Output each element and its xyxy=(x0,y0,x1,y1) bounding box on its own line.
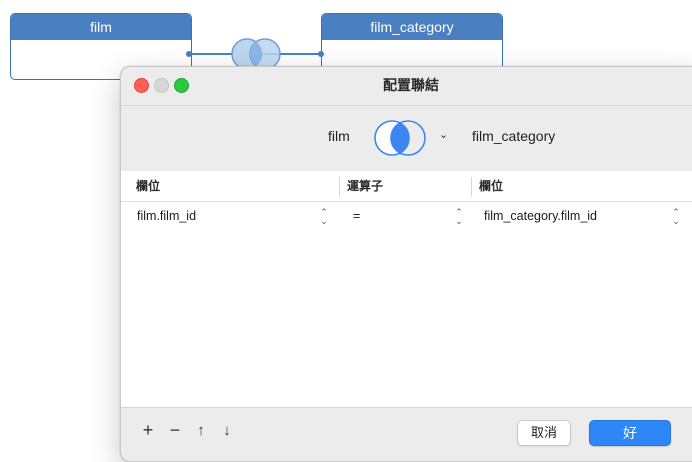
move-up-button[interactable]: ↑ xyxy=(191,422,211,439)
join-summary-bar: film ⌄ film_category xyxy=(121,105,692,172)
minimize-window-button[interactable] xyxy=(154,78,169,93)
remove-condition-button[interactable]: − xyxy=(165,420,185,441)
column-header-operator: 運算子 xyxy=(347,179,384,193)
right-field-select[interactable]: film_category.film_id xyxy=(484,209,597,227)
column-divider[interactable] xyxy=(339,177,340,197)
column-header-right-field: 欄位 xyxy=(479,179,504,193)
left-field-select[interactable]: film.film_id xyxy=(137,209,196,227)
chevron-down-icon[interactable]: ⌄ xyxy=(439,128,448,141)
updown-chevrons-icon[interactable]: ⌃ ⌄ xyxy=(671,208,681,226)
table-node-title: film xyxy=(11,14,191,40)
ok-button[interactable]: 好 xyxy=(589,420,671,446)
venn-join-icon xyxy=(231,38,281,70)
close-window-button[interactable] xyxy=(134,78,149,93)
updown-chevrons-icon[interactable]: ⌃ ⌄ xyxy=(319,208,329,226)
column-header-left-field: 欄位 xyxy=(136,179,161,193)
move-down-button[interactable]: ↓ xyxy=(217,422,237,439)
table-node-title: film_category xyxy=(322,14,502,40)
right-table-name: film_category xyxy=(472,128,556,144)
title-bar: 配置聯結 xyxy=(121,67,692,105)
join-conditions-table: 欄位 運算子 欄位 film.film_id ⌃ ⌄ = ⌃ ⌄ film_cate… xyxy=(121,171,692,407)
cancel-button[interactable]: 取消 xyxy=(517,420,571,446)
left-table-name: film xyxy=(328,128,350,144)
configure-join-dialog: 配置聯結 film ⌄ film_category 欄位 運算子 欄位 film… xyxy=(120,66,692,462)
dialog-footer: + − ↑ ↓ 取消 好 xyxy=(121,407,692,461)
operator-select[interactable]: = xyxy=(353,209,360,227)
zoom-window-button[interactable] xyxy=(174,78,189,93)
dialog-title: 配置聯結 xyxy=(383,77,439,93)
venn-inner-join-icon[interactable] xyxy=(371,117,429,159)
column-divider[interactable] xyxy=(471,177,472,197)
updown-chevrons-icon[interactable]: ⌃ ⌄ xyxy=(454,208,464,226)
header-divider xyxy=(121,201,692,202)
add-condition-button[interactable]: + xyxy=(138,420,158,441)
